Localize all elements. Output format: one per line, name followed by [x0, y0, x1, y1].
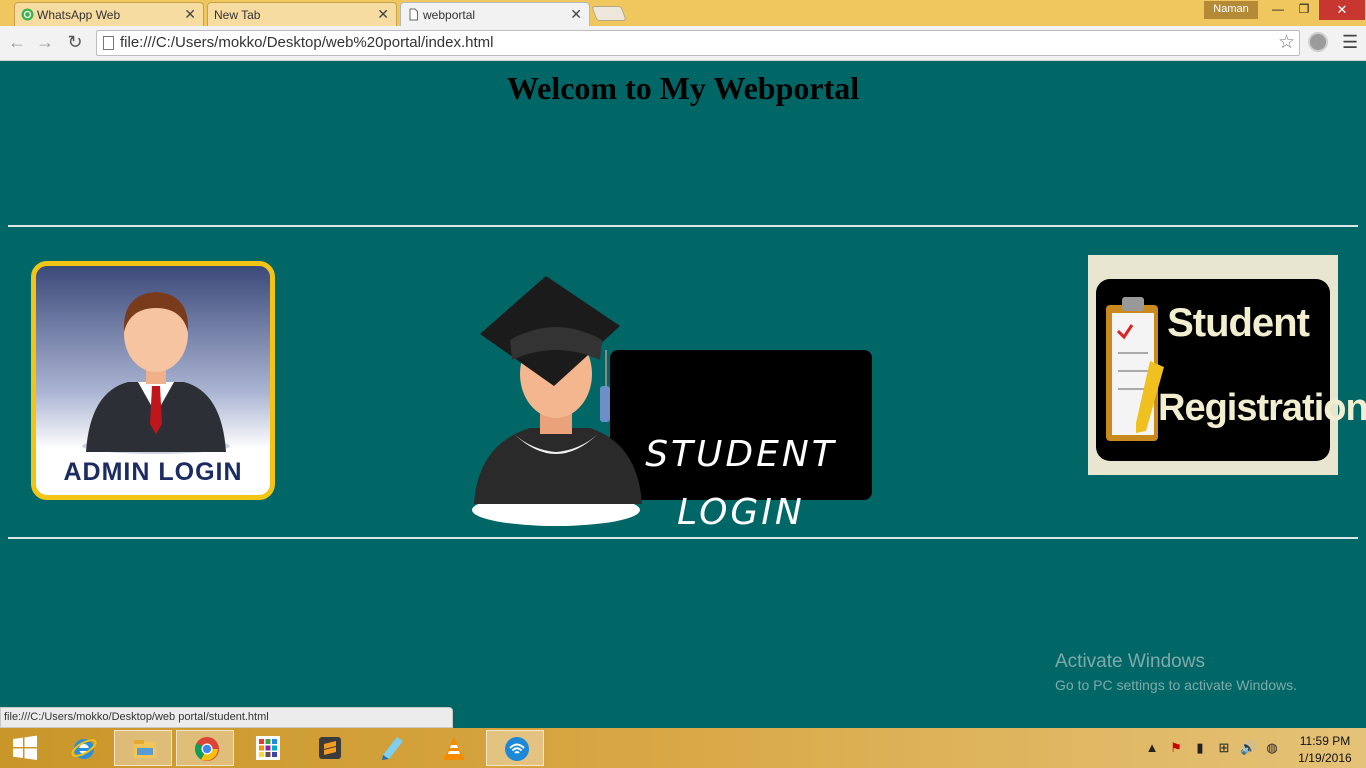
page-icon [409, 8, 418, 21]
reload-icon[interactable]: ↻ [64, 32, 86, 54]
volume-icon[interactable]: 🔊 [1240, 740, 1256, 756]
menu-icon[interactable]: ☰ [1342, 32, 1358, 53]
network-icon[interactable]: ⊞ [1216, 740, 1232, 756]
address-bar[interactable]: file:///C:/Users/mokko/Desktop/web%20por… [96, 30, 1300, 56]
student-login-button[interactable]: STUDENT LOGIN [470, 274, 874, 533]
wifi-hotspot-icon [505, 737, 529, 761]
graduate-icon [472, 276, 642, 526]
battery-icon[interactable]: ▮ [1192, 740, 1208, 756]
app-grid-icon [256, 736, 280, 760]
extension-icon[interactable] [1308, 32, 1328, 52]
internet-explorer-icon [71, 739, 97, 759]
windows-start-button[interactable] [0, 730, 50, 766]
back-arrow-icon[interactable]: ← [6, 32, 28, 54]
profile-button[interactable]: Naman [1204, 1, 1258, 19]
divider-top [8, 225, 1358, 227]
tab-label: webportal [423, 8, 476, 22]
sublime-text-icon [319, 737, 341, 759]
divider-bottom [8, 537, 1358, 539]
show-hidden-icons-icon[interactable]: ▲ [1144, 740, 1160, 756]
close-icon[interactable]: ✕ [377, 6, 389, 23]
folder-icon [134, 740, 156, 758]
admin-login-button[interactable]: ADMIN LOGIN [31, 261, 275, 500]
bookmark-star-icon[interactable]: ☆ [1278, 31, 1295, 54]
globe-icon[interactable]: ◍ [1264, 740, 1280, 756]
registration-line2: Registration [1158, 387, 1366, 429]
taskbar-notepad[interactable] [362, 730, 420, 766]
chrome-icon [194, 737, 219, 761]
student-login-line1: STUDENT [645, 434, 837, 475]
window-close-button[interactable]: ✕ [1319, 0, 1365, 20]
student-registration-button[interactable]: Student Registration [1088, 255, 1366, 475]
link-status-bubble: file:///C:/Users/mokko/Desktop/web porta… [0, 707, 453, 728]
tab-strip: WhatsApp Web ✕ New Tab ✕ webportal ✕ Nam… [0, 0, 1366, 27]
page-title: Welcom to My Webportal [506, 70, 860, 106]
minimize-icon[interactable]: — [1265, 0, 1291, 20]
restore-icon[interactable]: ❐ [1291, 0, 1317, 20]
new-tab-button[interactable] [591, 6, 627, 21]
tab-label: WhatsApp Web [37, 8, 121, 22]
admin-person-icon [82, 292, 230, 454]
student-login-line2: LOGIN [677, 492, 805, 533]
clock-time[interactable]: 11:59 PM [1296, 734, 1354, 748]
taskbar-chrome[interactable] [176, 730, 234, 766]
tab-new-tab[interactable]: New Tab ✕ [207, 2, 397, 26]
close-icon[interactable]: ✕ [570, 6, 582, 23]
tab-webportal[interactable]: webportal ✕ [400, 2, 590, 27]
page-body: Welcom to My Webportal ADMIN LOGIN STUDE… [0, 62, 1366, 728]
url-text: file:///C:/Users/mokko/Desktop/web%20por… [120, 34, 494, 51]
taskbar-wifi-hotspot[interactable] [486, 730, 544, 766]
action-center-flag-icon[interactable]: ⚑ [1168, 740, 1184, 756]
vlc-icon [444, 737, 464, 760]
tab-label: New Tab [214, 8, 261, 22]
browser-toolbar: ← → ↻ file:///C:/Users/mokko/Desktop/web… [0, 26, 1366, 61]
activate-windows-subtitle: Go to PC settings to activate Windows. [1055, 677, 1297, 693]
clock-date[interactable]: 1/19/2016 [1296, 751, 1354, 765]
forward-arrow-icon[interactable]: → [34, 32, 56, 54]
registration-line1: Student [1167, 301, 1310, 345]
tab-whatsapp[interactable]: WhatsApp Web ✕ [14, 2, 204, 26]
taskbar-sublime-text[interactable] [300, 730, 358, 766]
windows-taskbar: ▲ ⚑ ▮ ⊞ 🔊 ◍ [0, 728, 1366, 768]
activate-windows-title: Activate Windows [1055, 651, 1205, 672]
taskbar-internet-explorer[interactable] [54, 730, 112, 766]
taskbar-vlc[interactable] [424, 730, 482, 766]
close-icon[interactable]: ✕ [184, 6, 196, 23]
page-icon [103, 36, 114, 50]
taskbar-file-explorer[interactable] [114, 730, 172, 766]
windows-logo-icon [13, 735, 37, 760]
taskbar-app-grid[interactable] [238, 730, 296, 766]
whatsapp-icon [21, 8, 34, 21]
notepad-icon [382, 737, 403, 760]
admin-login-label: ADMIN LOGIN [63, 458, 243, 486]
